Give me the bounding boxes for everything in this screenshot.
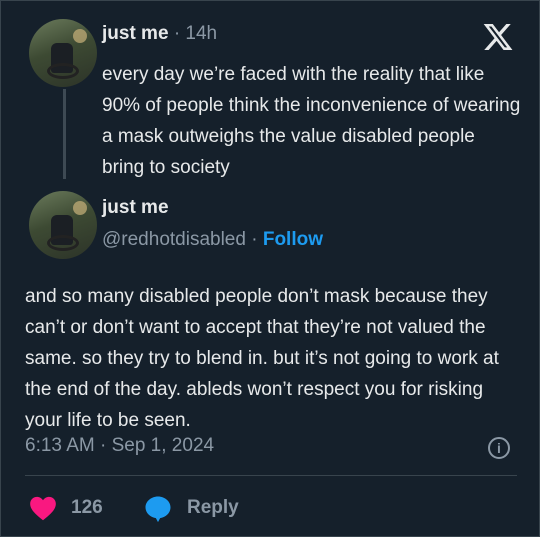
heart-icon[interactable] bbox=[29, 495, 57, 521]
follow-button[interactable]: Follow bbox=[263, 229, 323, 250]
tweet1-text: every day we’re faced with the reality t… bbox=[102, 64, 521, 178]
tweet-timestamp[interactable]: 6:13 AM · Sep 1, 2024 bbox=[25, 435, 214, 457]
tweet2-handle-row: @redhotdisabled · Follow bbox=[102, 229, 323, 251]
like-count[interactable]: 126 bbox=[71, 497, 103, 519]
reply-bubble-icon[interactable] bbox=[143, 494, 173, 524]
avatar[interactable] bbox=[29, 19, 97, 87]
reply-button[interactable]: Reply bbox=[187, 497, 239, 519]
tweet1-header: just me · 14h bbox=[102, 23, 217, 45]
tweet1-time[interactable]: 14h bbox=[185, 23, 217, 44]
tweet2-text: and so many disabled people don’t mask b… bbox=[25, 286, 499, 431]
x-logo-icon[interactable] bbox=[481, 21, 515, 53]
tweet2-author-name[interactable]: just me bbox=[102, 197, 169, 219]
separator: · bbox=[251, 229, 263, 250]
thread-connector-line bbox=[63, 89, 66, 179]
separator: · bbox=[173, 23, 186, 44]
tweet1-author-name[interactable]: just me bbox=[102, 23, 169, 44]
info-icon[interactable]: i bbox=[488, 437, 510, 459]
tweet-card: just me · 14h every day we’re faced with… bbox=[0, 0, 540, 537]
divider bbox=[25, 475, 517, 476]
avatar[interactable] bbox=[29, 191, 97, 259]
tweet2-handle[interactable]: @redhotdisabled bbox=[102, 229, 246, 250]
